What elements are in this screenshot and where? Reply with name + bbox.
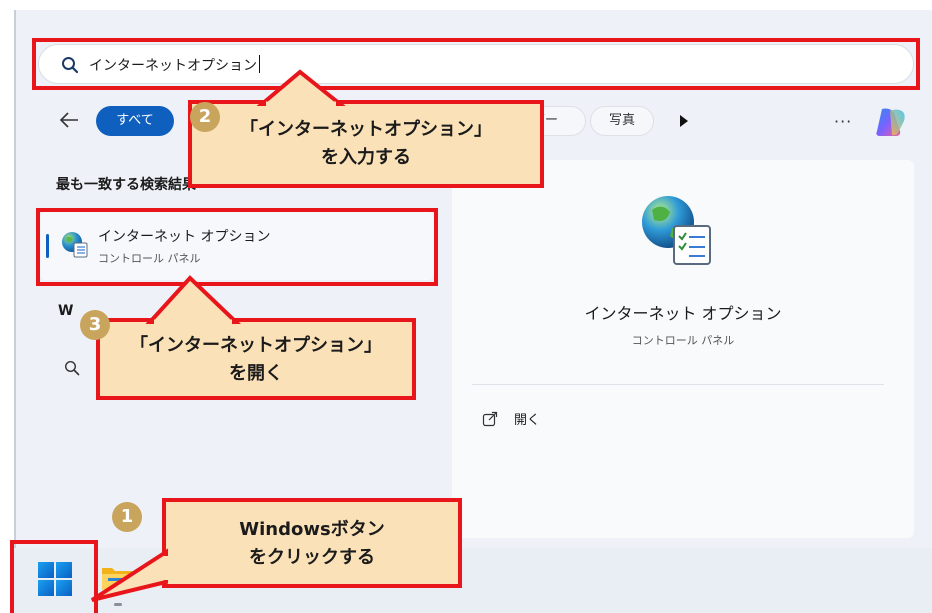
step-badge-3: 3	[80, 310, 110, 340]
callout-step2-pointer	[256, 69, 346, 106]
callout-step3-pointer	[145, 275, 241, 324]
screenshot: インターネットオプション すべて ダー 写真 ··· 最も一致する検索結果 イン…	[0, 0, 932, 613]
callout-step1-pointer	[90, 548, 168, 602]
step-badge-1: 1	[112, 502, 142, 532]
step-badge-2: 2	[190, 102, 220, 132]
